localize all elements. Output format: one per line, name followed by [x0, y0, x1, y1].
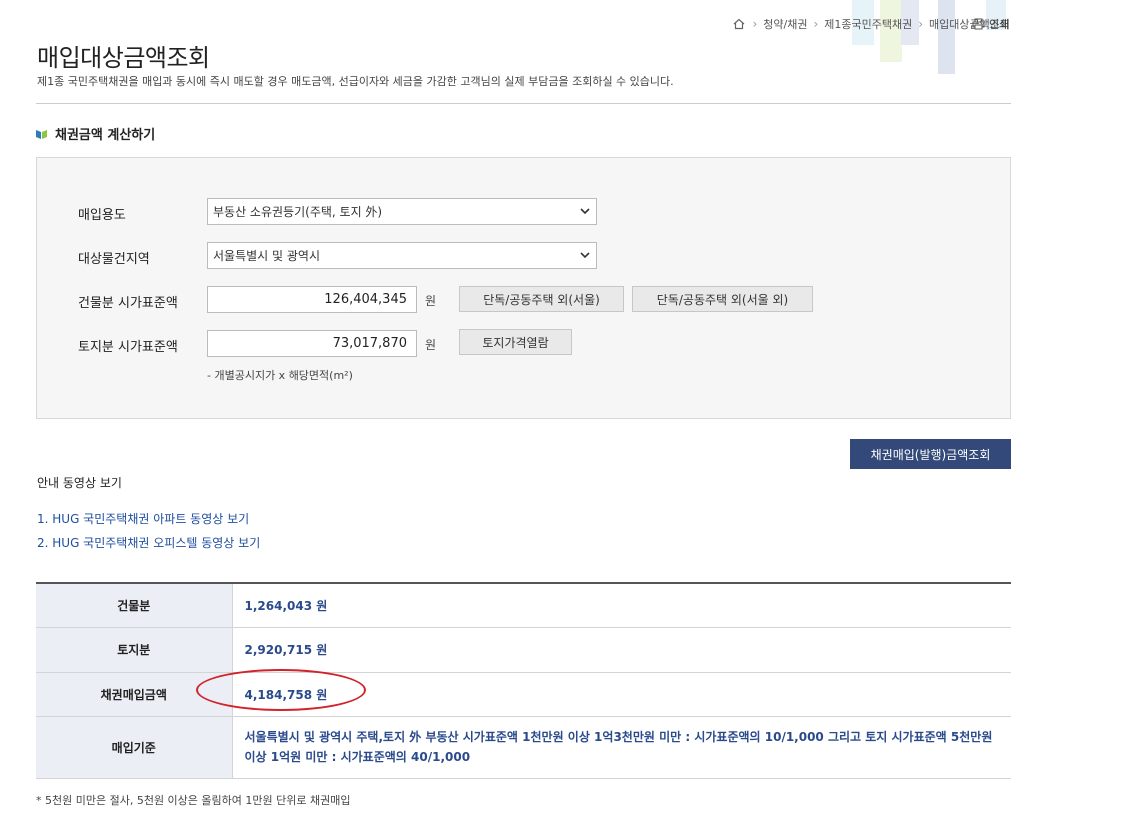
breadcrumb: › 청약/채권 › 제1종국민주택채권 › 매입대상금액조회	[732, 16, 1010, 32]
building-price-label: 건물분 시가표준액	[78, 296, 178, 311]
region-select-value: 서울특별시 및 광역시	[213, 249, 320, 263]
table-row: 건물분 1,264,043 원	[36, 583, 1011, 628]
won-unit: 원	[425, 338, 437, 352]
bond-amount-query-button[interactable]: 채권매입(발행)금액조회	[850, 439, 1011, 469]
breadcrumb-item[interactable]: 제1종국민주택채권	[824, 16, 912, 32]
header-decoration	[938, 0, 955, 74]
chevron-down-icon	[580, 208, 590, 215]
page-description: 제1종 국민주택채권을 매입과 동시에 즉시 매도할 경우 매도금액, 선급이자…	[37, 75, 674, 88]
divider	[36, 103, 1011, 104]
section-title: 채권금액 계산하기	[55, 128, 156, 143]
printer-icon	[972, 18, 985, 30]
book-icon	[36, 129, 47, 139]
region-select[interactable]: 서울특별시 및 광역시	[207, 242, 597, 269]
row-header: 토지분	[36, 627, 233, 673]
building-price-input[interactable]	[207, 286, 417, 313]
land-price-view-button[interactable]: 토지가격열람	[459, 329, 572, 355]
chevron-right-icon: ›	[813, 17, 819, 31]
page-title: 매입대상금액조회	[37, 44, 210, 72]
won-unit: 원	[425, 294, 437, 308]
detached-outside-seoul-button[interactable]: 단독/공동주택 외(서울 외)	[632, 286, 813, 312]
table-row: 토지분 2,920,715 원	[36, 627, 1011, 673]
purpose-select-value: 부동산 소유권등기(주택, 토지 外)	[213, 205, 383, 219]
print-button[interactable]: 인쇄	[972, 16, 1009, 32]
highlight-circle	[196, 669, 366, 711]
region-label: 대상물건지역	[78, 252, 150, 267]
chevron-right-icon: ›	[752, 17, 758, 31]
table-row: 채권매입금액 4,184,758 원	[36, 672, 1011, 717]
purchase-criteria-value: 서울특별시 및 광역시 주택,토지 外 부동산 시가표준액 1천만원 이상 1억…	[232, 716, 1011, 779]
video-guide-heading: 안내 동영상 보기	[37, 476, 122, 490]
land-price-note: - 개별공시지가 x 해당면적(m²)	[207, 369, 353, 382]
row-header: 건물분	[36, 583, 233, 628]
table-row: 매입기준 서울특별시 및 광역시 주택,토지 外 부동산 시가표준액 1천만원 …	[36, 716, 1011, 779]
video-link-apartment[interactable]: 1. HUG 국민주택채권 아파트 동영상 보기	[37, 510, 249, 527]
land-price-input[interactable]	[207, 330, 417, 357]
video-link-officetel[interactable]: 2. HUG 국민주택채권 오피스텔 동영상 보기	[37, 534, 260, 551]
detached-seoul-button[interactable]: 단독/공동주택 외(서울)	[459, 286, 624, 312]
building-amount-value: 1,264,043 원	[232, 583, 1011, 628]
chevron-right-icon: ›	[918, 17, 924, 31]
chevron-down-icon	[580, 252, 590, 259]
purpose-select[interactable]: 부동산 소유권등기(주택, 토지 外)	[207, 198, 597, 225]
land-price-label: 토지분 시가표준액	[78, 340, 178, 355]
result-table: 건물분 1,264,043 원 토지분 2,920,715 원 채권매입금액 4…	[36, 582, 1011, 779]
footnote: * 5천원 미만은 절사, 5천원 이상은 올림하여 1만원 단위로 채권매입	[36, 794, 351, 807]
land-amount-value: 2,920,715 원	[232, 627, 1011, 673]
home-icon[interactable]	[732, 17, 746, 31]
section-heading: 채권금액 계산하기	[36, 124, 155, 143]
breadcrumb-item[interactable]: 청약/채권	[763, 16, 807, 32]
print-label: 인쇄	[989, 18, 1010, 31]
row-header: 매입기준	[36, 716, 233, 779]
purpose-label: 매입용도	[78, 208, 126, 223]
